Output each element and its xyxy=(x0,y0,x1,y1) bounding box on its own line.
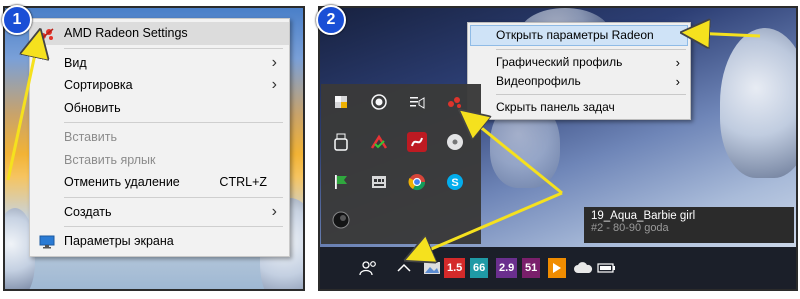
menu-item-label: Вид xyxy=(64,55,87,70)
menu-item-label: Создать xyxy=(64,204,112,219)
amd-radeon-icon xyxy=(39,26,55,40)
tooltip-title: 19_Aqua_Barbie girl xyxy=(591,210,696,222)
chevron-right-icon: › xyxy=(271,202,277,220)
desktop-context-menu: AMD Radeon Settings Вид › Сортировка › О… xyxy=(29,18,290,257)
menu-item-label: Отменить удаление xyxy=(64,175,180,189)
menu-item-view[interactable]: Вид › xyxy=(30,52,289,75)
chevron-up-icon[interactable] xyxy=(394,258,414,278)
menu-item-new[interactable]: Создать › xyxy=(30,201,289,224)
purple-counter-badge[interactable]: 2.9 xyxy=(496,258,518,278)
disc-icon[interactable] xyxy=(445,132,465,152)
menu-item-refresh[interactable]: Обновить xyxy=(30,97,289,120)
menu-separator xyxy=(64,196,283,198)
chrome-icon[interactable] xyxy=(407,172,427,192)
dark-circle-icon[interactable] xyxy=(331,210,351,230)
menu-item-paste-shortcut[interactable]: Вставить ярлык xyxy=(30,149,289,172)
menu-item-graphics-profile[interactable]: Графический профиль › xyxy=(468,53,690,72)
magenta-counter-badge[interactable]: 51 xyxy=(522,258,541,278)
menu-separator xyxy=(496,49,686,50)
chevron-right-icon: › xyxy=(675,55,680,70)
menu-separator xyxy=(496,94,686,95)
menu-item-paste[interactable]: Вставить xyxy=(30,126,289,149)
menu-item-amd-radeon-settings[interactable]: AMD Radeon Settings xyxy=(30,22,289,45)
teal-counter-badge[interactable]: 66 xyxy=(470,258,489,278)
menu-item-label: Обновить xyxy=(64,100,121,115)
menu-item-label: Скрыть панель задач xyxy=(496,100,615,114)
menu-separator xyxy=(64,122,283,123)
menu-separator xyxy=(64,226,283,227)
step-badge-1: 1 xyxy=(2,5,32,35)
shield-icon[interactable] xyxy=(331,92,351,112)
people-icon[interactable] xyxy=(356,258,382,278)
chevron-right-icon: › xyxy=(675,74,680,89)
scribble-app-icon[interactable] xyxy=(407,132,427,152)
cloud-icon[interactable] xyxy=(570,258,596,278)
green-flag-icon[interactable] xyxy=(331,172,351,192)
menu-item-label: Графический профиль xyxy=(496,55,623,69)
svg-text:S: S xyxy=(451,177,458,189)
snow-tree xyxy=(720,28,796,178)
menu-item-sort[interactable]: Сортировка › xyxy=(30,74,289,97)
tray-overflow-flyout: S xyxy=(321,84,481,244)
menu-item-label: Вставить xyxy=(64,130,117,144)
usb-drive-icon[interactable] xyxy=(331,132,351,152)
skype-icon[interactable]: S xyxy=(445,172,465,192)
tray-tooltip: 19_Aqua_Barbie girl #2 - 80-90 goda xyxy=(584,207,794,243)
menu-separator xyxy=(64,47,283,49)
amd-radeon-icon[interactable] xyxy=(445,92,465,112)
tooltip-subtitle: #2 - 80-90 goda xyxy=(591,222,669,234)
image-tray-icon[interactable] xyxy=(420,258,444,278)
step-badge-2: 2 xyxy=(316,5,346,35)
radeon-tray-menu: Открыть параметры Radeon Графический про… xyxy=(467,22,691,120)
menu-item-label: AMD Radeon Settings xyxy=(64,26,188,40)
display-icon xyxy=(39,234,55,249)
menu-item-display-settings[interactable]: Параметры экрана xyxy=(30,230,289,253)
red-counter-badge[interactable]: 1.5 xyxy=(444,258,466,278)
chevron-right-icon: › xyxy=(271,76,277,93)
menu-item-open-radeon-settings[interactable]: Открыть параметры Radeon xyxy=(470,25,688,46)
play-icon[interactable] xyxy=(548,258,566,278)
chevron-right-icon: › xyxy=(271,53,277,71)
menu-item-label: Параметры экрана xyxy=(64,234,174,248)
media-volume-icon[interactable] xyxy=(407,92,427,112)
menu-item-hide-taskbar[interactable]: Скрыть панель задач xyxy=(468,98,690,117)
menu-item-video-profile[interactable]: Видеопрофиль › xyxy=(468,72,690,91)
record-icon[interactable] xyxy=(369,92,389,112)
menu-item-label: Видеопрофиль xyxy=(496,74,581,88)
taskbar: 1.5 66 2.9 51 xyxy=(320,247,796,289)
menu-item-label: Вставить ярлык xyxy=(64,152,156,167)
menu-item-undo-delete[interactable]: Отменить удаление CTRL+Z xyxy=(30,171,289,194)
anchor-check-icon[interactable] xyxy=(369,132,389,152)
battery-icon[interactable] xyxy=(594,258,620,278)
menu-item-label: Сортировка xyxy=(64,78,133,92)
keyboard-layout-icon[interactable] xyxy=(369,172,389,192)
menu-item-label: Открыть параметры Radeon xyxy=(496,28,654,42)
shortcut-label: CTRL+Z xyxy=(219,175,267,189)
